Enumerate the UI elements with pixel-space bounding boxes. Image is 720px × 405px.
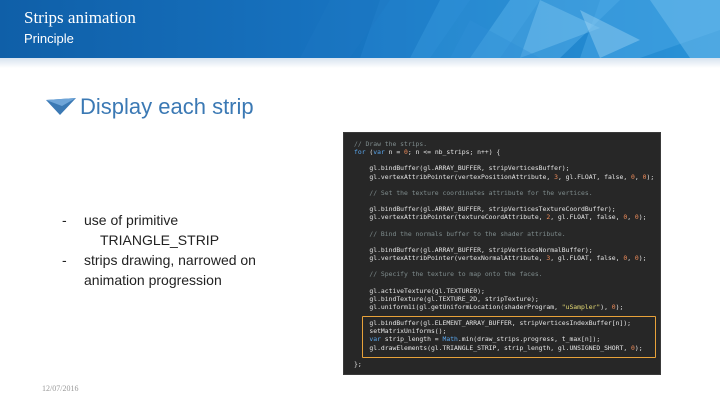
code-line: gl.activeTexture(gl.TEXTURE0);	[354, 286, 485, 295]
code-line: gl.bindTexture(gl.TEXTURE_2D, stripTextu…	[354, 294, 539, 303]
slide-header: Strips animation Principle	[0, 0, 720, 58]
code-line: // Bind the normals buffer to the shader…	[354, 229, 566, 238]
code-line: gl.vertexAttribPointer(vertexNormalAttri…	[354, 253, 647, 262]
code-line: // Specify the texture to map onto the f…	[354, 270, 543, 279]
code-line: gl.bindBuffer(gl.ARRAY_BUFFER, stripVert…	[354, 164, 570, 173]
code-line: gl.vertexAttribPointer(vertexPositionAtt…	[354, 172, 655, 181]
header-title: Strips animation	[24, 8, 136, 27]
bullet-item: - strips drawing, narrowed on animation …	[62, 250, 302, 290]
bullet-item: - use of primitive TRIANGLE_STRIP	[62, 210, 302, 250]
bullet-line: animation progression	[84, 272, 222, 288]
slide-heading: Display each strip	[46, 94, 254, 120]
code-line: gl.bindBuffer(gl.ARRAY_BUFFER, stripVert…	[354, 245, 593, 254]
code-line: gl.bindBuffer(gl.ARRAY_BUFFER, stripVert…	[354, 205, 616, 214]
code-line: };	[354, 359, 362, 368]
slide-heading-text: Display each strip	[80, 94, 254, 119]
bullet-line: use of primitive	[84, 212, 179, 228]
bullet-line: strips drawing, narrowed on	[84, 252, 256, 268]
code-line: // Draw the strips.	[354, 140, 428, 148]
code-line: gl.uniform1i(gl.getUniformLocation(shade…	[354, 302, 624, 311]
bullet-dash: -	[62, 212, 67, 228]
header-subtitle: Principle	[24, 31, 74, 46]
bullet-list: - use of primitive TRIANGLE_STRIP - stri…	[62, 210, 302, 290]
code-line: gl.vertexAttribPointer(textureCoordAttri…	[354, 213, 647, 222]
header-shadow-band	[0, 58, 720, 68]
code-highlight-box	[362, 316, 656, 358]
bullet-line: TRIANGLE_STRIP	[100, 232, 220, 248]
slide-date: 12/07/2016	[42, 384, 79, 393]
blue-pennant-arrow-icon	[46, 98, 76, 115]
code-line: for (var n = 0; n <= nb_strips; n++) {	[354, 148, 501, 157]
code-line: // Set the texture coordinates attribute…	[354, 188, 593, 197]
bullet-dash: -	[62, 252, 67, 268]
